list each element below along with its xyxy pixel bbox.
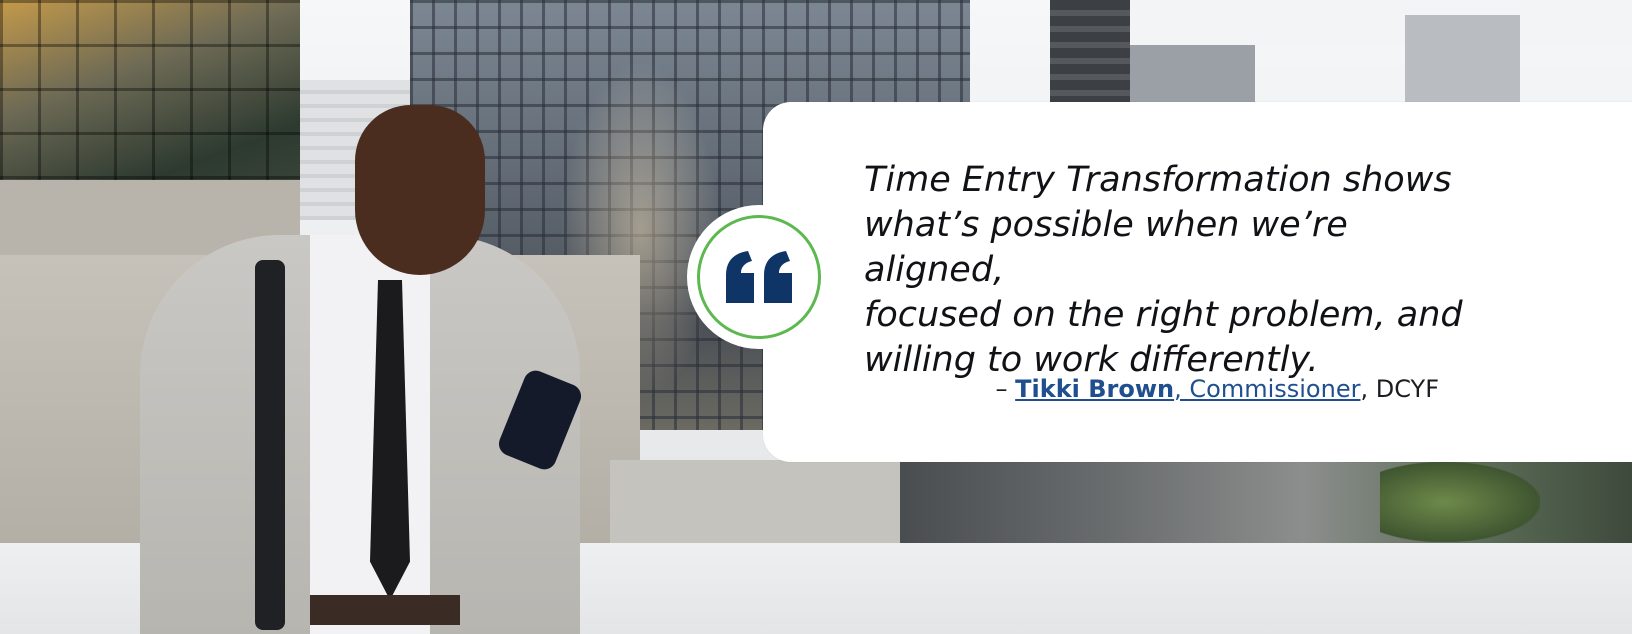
- attribution-title: , Commissioner: [1174, 375, 1361, 403]
- head: [355, 105, 485, 275]
- attribution-link[interactable]: Tikki Brown, Commissioner: [1015, 375, 1360, 403]
- quote-badge-ring: [697, 215, 821, 339]
- belt: [310, 595, 460, 625]
- quote-line: willing to work differently.: [864, 340, 1319, 380]
- low-building: [610, 460, 910, 550]
- man-with-phone: [120, 105, 640, 634]
- building-right-far: [1405, 15, 1520, 105]
- attribution-org: , DCYF: [1360, 375, 1439, 403]
- shirt: [310, 235, 430, 634]
- quote-line: what’s possible when we’re aligned,: [864, 205, 1348, 290]
- quote-attribution: – Tikki Brown, Commissioner, DCYF: [864, 375, 1440, 403]
- attribution-name: Tikki Brown: [1015, 375, 1175, 403]
- quote-line: focused on the right problem, and: [864, 295, 1463, 335]
- quote-line: Time Entry Transformation shows: [864, 160, 1452, 200]
- quote-text: Time Entry Transformation shows what’s p…: [864, 158, 1484, 383]
- building-right-dark: [1050, 0, 1130, 110]
- building-right-grey: [1130, 45, 1255, 110]
- quote-mark-icon: [726, 251, 792, 303]
- bag-strap: [255, 260, 285, 630]
- sky: [1130, 0, 1632, 45]
- trees: [1380, 462, 1540, 542]
- attribution-dash: –: [995, 375, 1016, 403]
